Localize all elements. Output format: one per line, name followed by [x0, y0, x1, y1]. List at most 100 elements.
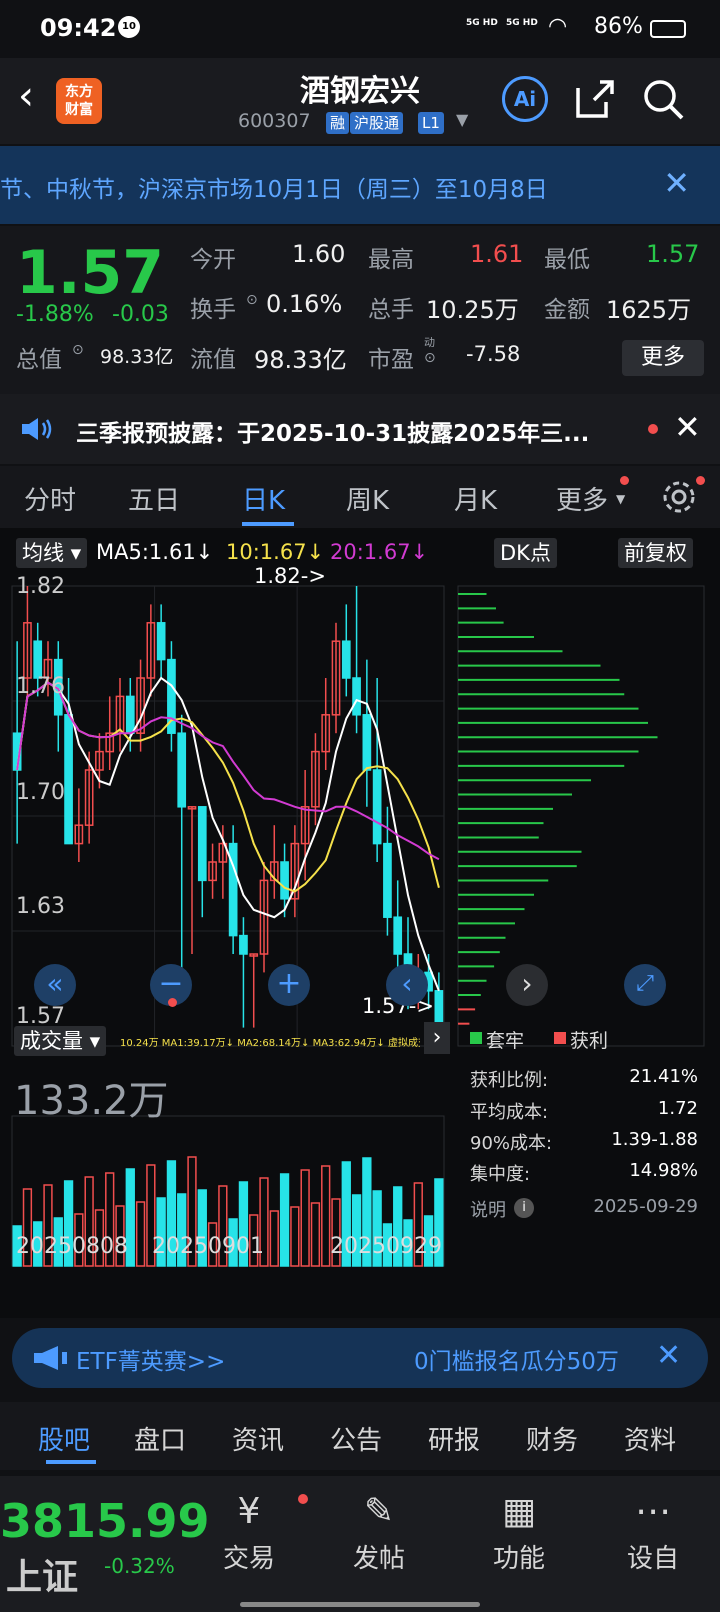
tab-research[interactable]: 研报: [428, 1420, 480, 1457]
tab-weekly-k[interactable]: 周K: [346, 480, 389, 517]
more-button[interactable]: 更多: [622, 340, 704, 376]
dk-row-label: 集中度:: [470, 1164, 531, 1185]
info-icon[interactable]: i: [514, 1198, 534, 1218]
step-right-icon[interactable]: ›: [506, 964, 548, 1006]
chevron-right-icon[interactable]: ›: [424, 1022, 450, 1054]
dk-row-label: 获利比例:: [470, 1070, 549, 1091]
candle-body: [280, 861, 289, 900]
trade-button[interactable]: ¥ 交易: [194, 1490, 304, 1575]
candle-body: [125, 695, 135, 734]
dk-explain-label[interactable]: 说明: [470, 1196, 506, 1222]
fullscreen-icon[interactable]: ⤢: [624, 964, 666, 1006]
pe-label: 市盈: [368, 347, 414, 373]
info-icon[interactable]: ⊙: [246, 292, 258, 308]
tab-announcements[interactable]: 公告: [330, 1420, 382, 1457]
tab-monthly-k[interactable]: 月K: [454, 480, 497, 517]
step-left-icon[interactable]: ‹: [386, 964, 428, 1006]
holiday-notice[interactable]: 节、中秋节，沪深京市场10月1日（周三）至10月8日 ✕: [0, 146, 720, 224]
dk-button[interactable]: DK点: [494, 538, 557, 568]
tab-five-day[interactable]: 五日: [128, 480, 180, 517]
volume-bar: [269, 1210, 279, 1267]
grid-icon: ▦: [501, 1491, 536, 1532]
tag-level: L1: [418, 112, 444, 134]
index-name: 上证: [6, 1557, 79, 1598]
ma-selector[interactable]: 均线 ▾: [16, 538, 88, 568]
home-indicator: [240, 1602, 480, 1607]
tag-margin: 融: [326, 112, 350, 134]
close-icon[interactable]: ✕: [674, 408, 701, 446]
open-label: 今开: [190, 247, 236, 273]
x-tick: 20250929: [330, 1234, 442, 1259]
trade-label: 交易: [222, 1544, 275, 1574]
battery-icon: [650, 20, 686, 38]
quote-panel: 1.57 -1.88% -0.03 今开 1.60 最高 1.61 最低 1.5…: [0, 226, 720, 394]
dk-bars: [457, 585, 705, 1047]
profit-legend: 获利: [570, 1030, 609, 1052]
kline-chart[interactable]: [0, 576, 720, 1346]
search-icon[interactable]: [640, 76, 686, 122]
dk-date: 2025-09-29: [593, 1196, 698, 1217]
loss-legend: 套牢: [486, 1030, 525, 1052]
share-icon[interactable]: [572, 76, 618, 122]
tab-more[interactable]: 更多: [556, 480, 608, 517]
volume-bar: [310, 1202, 321, 1267]
tab-intraday[interactable]: 分时: [24, 480, 76, 517]
tab-daily-k[interactable]: 日K: [242, 480, 285, 517]
active-tab-indicator: [242, 522, 294, 526]
amount-label: 金额: [544, 297, 590, 323]
ai-icon[interactable]: Ai: [502, 76, 548, 122]
edit-icon: ✎: [363, 1491, 395, 1532]
functions-button[interactable]: ▦ 功能: [464, 1490, 574, 1575]
announcement-bar[interactable]: 三季报预披露：于2025-10-31披露2025年三... ✕: [0, 394, 720, 464]
volume-bar: [290, 1206, 300, 1267]
volume-bar: [321, 1165, 331, 1267]
index-change: -0.32%: [104, 1554, 175, 1578]
tab-financials[interactable]: 财务: [526, 1420, 578, 1457]
ai-label: Ai: [513, 87, 537, 111]
change-pct: -1.88%: [16, 302, 94, 327]
unread-dot: [696, 476, 705, 485]
turnover-label[interactable]: 换手: [190, 290, 236, 324]
dk-row-value: 1.39-1.88: [611, 1129, 698, 1150]
y-tick: 1.82: [16, 574, 65, 599]
tab-profile[interactable]: 资料: [624, 1420, 676, 1457]
watchlist-button[interactable]: ⋯ 设自: [598, 1490, 708, 1575]
high-label: 最高: [368, 247, 414, 273]
dk-row-label: 90%成本:: [470, 1133, 553, 1154]
info-icon[interactable]: ⊙: [72, 342, 84, 358]
mcap-label[interactable]: 总值: [16, 340, 62, 374]
dropdown-icon: ▼: [616, 492, 626, 506]
close-icon[interactable]: ✕: [663, 164, 690, 202]
dk-row-value: 21.41%: [629, 1066, 698, 1087]
settings-icon[interactable]: [660, 478, 698, 516]
tab-order-book[interactable]: 盘口: [134, 1420, 186, 1457]
adjust-button[interactable]: 前复权: [618, 538, 693, 568]
speaker-icon: [22, 418, 52, 440]
stock-header: ‹ 东方 财富 酒钢宏兴 600307 融 沪股通 L1 ▼ Ai: [0, 58, 720, 144]
tag-shanghai-connect: 沪股通: [350, 112, 404, 134]
more-icon: ⋯: [635, 1491, 671, 1532]
unread-dot: [620, 476, 629, 485]
dk-row-value: 14.98%: [629, 1160, 698, 1181]
y-tick: 1.76: [16, 674, 65, 699]
promo-banner[interactable]: ETF菁英赛>> 0门槛报名瓜分50万 ✕: [12, 1328, 708, 1388]
float-value: 98.33亿: [254, 346, 347, 374]
watchlist-label: 设自: [626, 1544, 679, 1574]
ma5-legend: MA5:1.61↓: [96, 540, 214, 564]
tab-forum[interactable]: 股吧: [38, 1420, 90, 1457]
volume-value: 10.25万: [426, 296, 519, 324]
info-icon[interactable]: ⊙: [424, 350, 436, 366]
scroll-left-icon[interactable]: «: [34, 964, 76, 1006]
dropdown-icon[interactable]: ▼: [456, 110, 468, 129]
tab-news[interactable]: 资讯: [232, 1420, 284, 1457]
float-label: 流值: [190, 347, 236, 373]
index-value[interactable]: 3815.99: [0, 1494, 210, 1548]
zoom-in-icon[interactable]: +: [268, 964, 310, 1006]
unread-dot: [298, 1494, 308, 1504]
candle-body: [33, 640, 43, 679]
close-icon[interactable]: ✕: [656, 1338, 681, 1373]
chart-area: 均线 ▾ MA5:1.61↓ 10:1.67↓ 20:1.67↓ DK点 前复权…: [0, 528, 720, 1318]
volume-selector[interactable]: 成交量 ▾: [14, 1026, 107, 1056]
pe-sup: 动: [424, 336, 435, 349]
post-button[interactable]: ✎ 发帖: [324, 1490, 434, 1575]
